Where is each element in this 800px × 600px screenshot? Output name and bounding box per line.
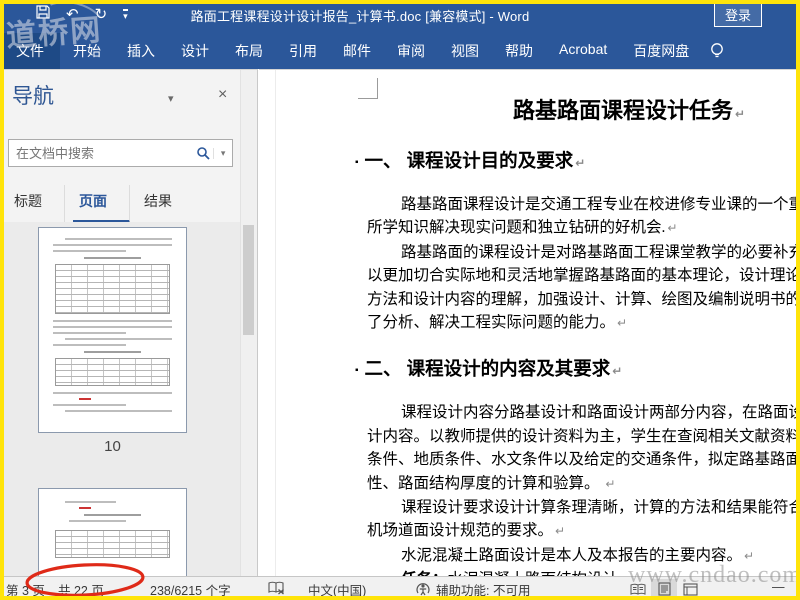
document-text: 路基路面课程设计任务 ↵ ▪ 一、 课程设计目的及要求 ↵ 路基路面课程设计是交通工程专业…	[355, 70, 800, 576]
status-bar: 第 3 页 共 22 页 238/6215 个字 中文(中国) 辅助功能: 不可…	[0, 576, 800, 600]
document-line: 以更加切合实际地和灵活地掌握路基路面的基本理论，设计理论体系，加深对路	[367, 267, 800, 285]
ribbon-tab[interactable]: 开始	[60, 33, 114, 69]
document-line: 课程设计内容分路基设计和路面设计两部分内容，在路面设计内容里还包括	[401, 404, 800, 422]
document-line: 课程设计要求设计计算条理清晰，计算的方法和结果能符合我国现阶段路基	[401, 499, 800, 517]
language-indicator[interactable]: 中文(中国)	[308, 580, 366, 599]
ribbon-tab[interactable]: 引用	[276, 33, 330, 69]
document-line: ▪ 一、 课程设计目的及要求 ↵	[355, 150, 586, 171]
read-mode-button[interactable]	[625, 580, 651, 599]
document-line: 方法和设计内容的理解，加强设计、计算、绘图及编制说明书的基本技能，进而	[367, 290, 800, 308]
navigation-scrollbar[interactable]	[240, 70, 257, 577]
scrollbar-thumb[interactable]	[243, 225, 254, 335]
page-thumbnail[interactable]	[38, 488, 187, 577]
close-icon[interactable]: ×	[218, 86, 227, 104]
paragraph-mark: ↵	[735, 107, 746, 121]
ribbon-tab[interactable]: 审阅	[384, 33, 438, 69]
ribbon-tab[interactable]: 插入	[114, 33, 168, 69]
word-window: ↶ ↻ ▾ 路面工程课程设计设计报告_计算书.doc [兼容模式] - Word…	[0, 0, 800, 600]
heading-bullet-icon: ▪	[355, 365, 359, 377]
paragraph-mark: ↵	[555, 524, 566, 539]
document-line: 所学知识解决现实问题和独立钻研的好机会. ↵	[367, 219, 678, 237]
total-pages[interactable]: 共 22 页	[58, 580, 104, 599]
document-line: 路基路面课程设计是交通工程专业在校进修专业课的一个重要环节，也是学	[401, 196, 800, 213]
paragraph-mark: ↵	[617, 316, 628, 331]
paragraph-mark: ↵	[575, 156, 586, 170]
navigation-tabs: 标题 页面 结果	[8, 185, 202, 223]
paragraph-mark: ↵	[612, 364, 623, 379]
print-layout-button[interactable]	[651, 579, 677, 598]
accessibility-status[interactable]: 辅助功能: 不可用	[436, 580, 530, 599]
paragraph-mark: ↵	[667, 221, 678, 236]
ribbon-tab[interactable]: 文件	[0, 33, 60, 69]
document-line: 水泥混凝土路面设计是本人及本报告的主要内容。 ↵	[401, 546, 755, 564]
ribbon-tab[interactable]: 视图	[438, 33, 492, 69]
ribbon-tab[interactable]: 邮件	[330, 33, 384, 69]
document-line: 了分析、解决工程实际问题的能力。 ↵	[367, 314, 628, 332]
ribbon-tab[interactable]: 设计	[168, 33, 222, 69]
navigation-pane-title: 导航	[12, 85, 54, 108]
paragraph-mark: ↵	[605, 476, 616, 491]
document-line: ▪ 二、 课程设计的内容及其要求 ↵	[355, 358, 623, 380]
web-layout-button[interactable]	[677, 580, 703, 599]
document-line: 机场道面设计规范的要求。 ↵	[367, 522, 566, 540]
tell-me-lightbulb-icon[interactable]	[708, 41, 726, 61]
page-thumbnail[interactable]	[38, 227, 187, 433]
page-thumbnail-number: 10	[104, 438, 121, 455]
title-bar: ↶ ↻ ▾ 路面工程课程设计设计报告_计算书.doc [兼容模式] - Word…	[0, 0, 800, 33]
paragraph-mark: ↵	[744, 548, 755, 563]
page-indicator[interactable]: 第 3 页	[6, 580, 45, 599]
page-thumbnails-area: 10	[0, 222, 240, 577]
ribbon-tab[interactable]: 帮助	[492, 33, 546, 69]
ribbon-tab[interactable]: 百度网盘	[620, 33, 702, 69]
document-search-box[interactable]: ▾	[8, 139, 233, 167]
navigation-tab[interactable]: 标题	[8, 185, 65, 223]
ribbon-tab[interactable]: Acrobat	[546, 33, 620, 69]
ribbon-tab-row: 文件 开始 插入 设计 布局 引用 邮件 审阅 视图 帮助 Acrobat 百度网盘	[0, 33, 800, 69]
word-count[interactable]: 238/6215 个字	[150, 580, 231, 599]
search-dropdown-icon[interactable]: ▾	[213, 147, 232, 159]
accessibility-icon[interactable]	[415, 581, 431, 599]
document-line: 路基路面的课程设计是对路基路面工程课堂教学的必要补充和深化，通过设	[401, 243, 800, 261]
document-line: 条件、地质条件、水文条件以及给定的交通条件，拟定路基路面的设计方案，对	[367, 451, 800, 469]
window-title: 路面工程课程设计设计报告_计算书.doc [兼容模式] - Word	[190, 9, 530, 24]
zoom-out-button[interactable]: —	[772, 580, 785, 594]
navigation-pane: 导航 ▾ × ▾ 标题页面结果	[0, 69, 258, 577]
navigation-tab[interactable]: 页面	[73, 185, 130, 223]
document-line: 任务：水泥混凝土路面结构设计↵	[367, 568, 800, 576]
navigation-options-icon[interactable]: ▾	[168, 92, 174, 105]
navigation-tab[interactable]: 结果	[138, 185, 194, 223]
ribbon-tab[interactable]: 布局	[222, 33, 276, 69]
sign-in-button[interactable]: 登录	[713, 2, 762, 27]
document-title: 路基路面课程设计任务 ↵	[513, 98, 746, 123]
proofing-errors-icon[interactable]	[268, 581, 285, 598]
document-line: 性、路面结构厚度的计算和验算。 ↵	[367, 474, 616, 492]
document-line: 计内容。以教师提供的设计资料为主，学生在查阅相关文献资料的基础上，结合	[367, 427, 800, 445]
heading-bullet-icon: ▪	[355, 157, 359, 168]
document-canvas[interactable]: 路基路面课程设计任务 ↵ ▪ 一、 课程设计目的及要求 ↵ 路基路面课程设计是交通工程专业…	[259, 69, 800, 576]
search-icon[interactable]	[192, 146, 213, 160]
page-edge	[275, 70, 276, 576]
search-input[interactable]	[9, 145, 192, 161]
